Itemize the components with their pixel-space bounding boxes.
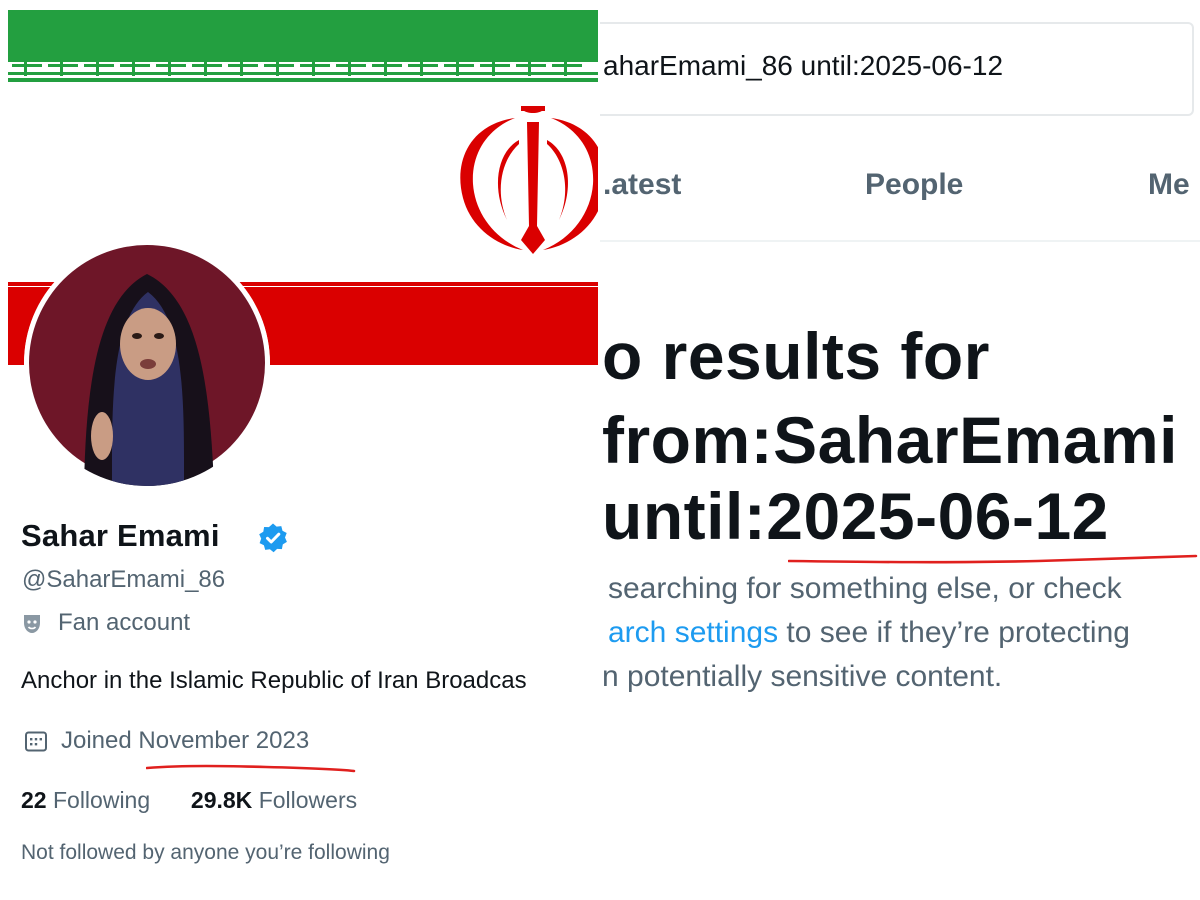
empty-state-headline-line-2: from:SaharEmami [602, 403, 1179, 477]
follow-stats: 22 Following 29.8K Followers [21, 787, 357, 814]
mutuals-note: Not followed by anyone you’re following [21, 841, 390, 864]
joined-prefix: Joined [61, 727, 132, 754]
following-count[interactable]: 22 [21, 787, 47, 813]
theater-mask-icon [24, 615, 40, 633]
search-input[interactable]: aharEmami_86 until:2025-06-12 [603, 50, 1003, 82]
followers-label[interactable]: Followers [259, 787, 357, 813]
search-bar[interactable]: aharEmami_86 until:2025-06-12 [600, 22, 1194, 116]
empty-state-headline-line-3: until:2025-06-12 [602, 479, 1109, 553]
calendar-icon [25, 731, 47, 752]
red-underline-annotation [146, 764, 356, 773]
profile-handle: @SaharEmami_86 [22, 566, 226, 593]
empty-state-body-line-1: searching for something else, or check [608, 572, 1122, 605]
empty-state-body-line-2: arch settings to see if they’re protecti… [608, 616, 1130, 650]
joined-date: Joined November 2023 [61, 727, 309, 755]
profile-panel: Sahar Emami @SaharEmami_86 Fan account A… [0, 0, 600, 900]
joined-month-year: November 2023 [138, 727, 310, 754]
verified-badge-icon[interactable] [257, 522, 289, 554]
empty-state-headline-line-1: o results for [602, 319, 990, 393]
display-name: Sahar Emami [21, 518, 220, 553]
profile-label: Fan account [58, 609, 191, 636]
empty-state-body-line-3: n potentially sensitive content. [602, 660, 1003, 693]
avatar[interactable] [24, 240, 270, 486]
search-settings-link[interactable]: arch settings [608, 616, 778, 649]
red-underline-annotation [788, 554, 1198, 564]
tab-latest[interactable]: .atest [603, 168, 681, 202]
profile-bio: Anchor in the Islamic Republic of Iran B… [21, 667, 527, 694]
tab-people[interactable]: People [865, 168, 963, 202]
tab-divider [600, 240, 1200, 242]
following-label[interactable]: Following [53, 787, 150, 813]
search-panel: aharEmami_86 until:2025-06-12 .atest Peo… [600, 0, 1200, 900]
tab-media[interactable]: Me [1148, 168, 1190, 202]
body-line-2-rest: to see if they’re protecting [778, 616, 1130, 649]
followers-count[interactable]: 29.8K [191, 787, 252, 813]
